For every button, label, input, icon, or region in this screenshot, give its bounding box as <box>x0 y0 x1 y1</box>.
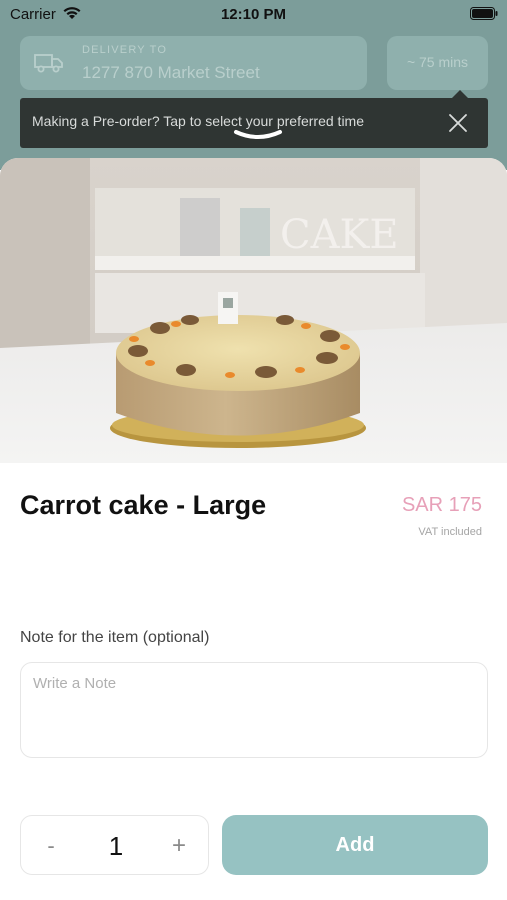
note-label: Note for the item (optional) <box>20 629 210 646</box>
delivery-address-card[interactable]: DELIVERY TO 1277 870 Market Street <box>20 36 367 90</box>
delivery-to-label: DELIVERY TO <box>82 44 168 56</box>
delivery-address: 1277 870 Market Street <box>82 63 260 82</box>
quantity-stepper: - 1 + <box>20 815 209 875</box>
product-title: Carrot cake - Large <box>20 490 267 520</box>
sheet-grabber-icon[interactable] <box>232 128 284 142</box>
eta-text: ~ 75 mins <box>406 54 469 70</box>
close-icon[interactable] <box>448 113 468 133</box>
note-input[interactable] <box>33 675 473 745</box>
background-app-header: Carrier 12:10 PM DELIVERY TO 1277 870 Ma… <box>0 0 507 170</box>
quantity-value: 1 <box>108 831 124 861</box>
product-sheet: CAKE Carrot cake - Large SAR 175 VAT inc… <box>0 158 507 900</box>
truck-icon <box>34 54 63 73</box>
status-time: 12:10 PM <box>220 6 287 23</box>
status-bar: Carrier 12:10 PM <box>0 0 507 30</box>
battery-icon <box>470 7 498 20</box>
product-image: CAKE <box>0 158 507 463</box>
decrease-quantity-button[interactable]: - <box>35 830 67 862</box>
vat-note: VAT included <box>418 526 482 538</box>
increase-quantity-button[interactable]: + <box>163 830 195 862</box>
product-detail-screen: Carrier 12:10 PM DELIVERY TO 1277 870 Ma… <box>0 0 507 900</box>
eta-card[interactable]: ~ 75 mins <box>387 36 488 90</box>
preorder-banner-text: Making a Pre-order? Tap to select your p… <box>32 113 365 129</box>
add-to-cart-button[interactable]: Add <box>222 815 488 875</box>
svg-text:CAKE: CAKE <box>280 212 399 258</box>
note-field-container <box>20 662 488 758</box>
product-price: SAR 175 <box>401 494 482 516</box>
